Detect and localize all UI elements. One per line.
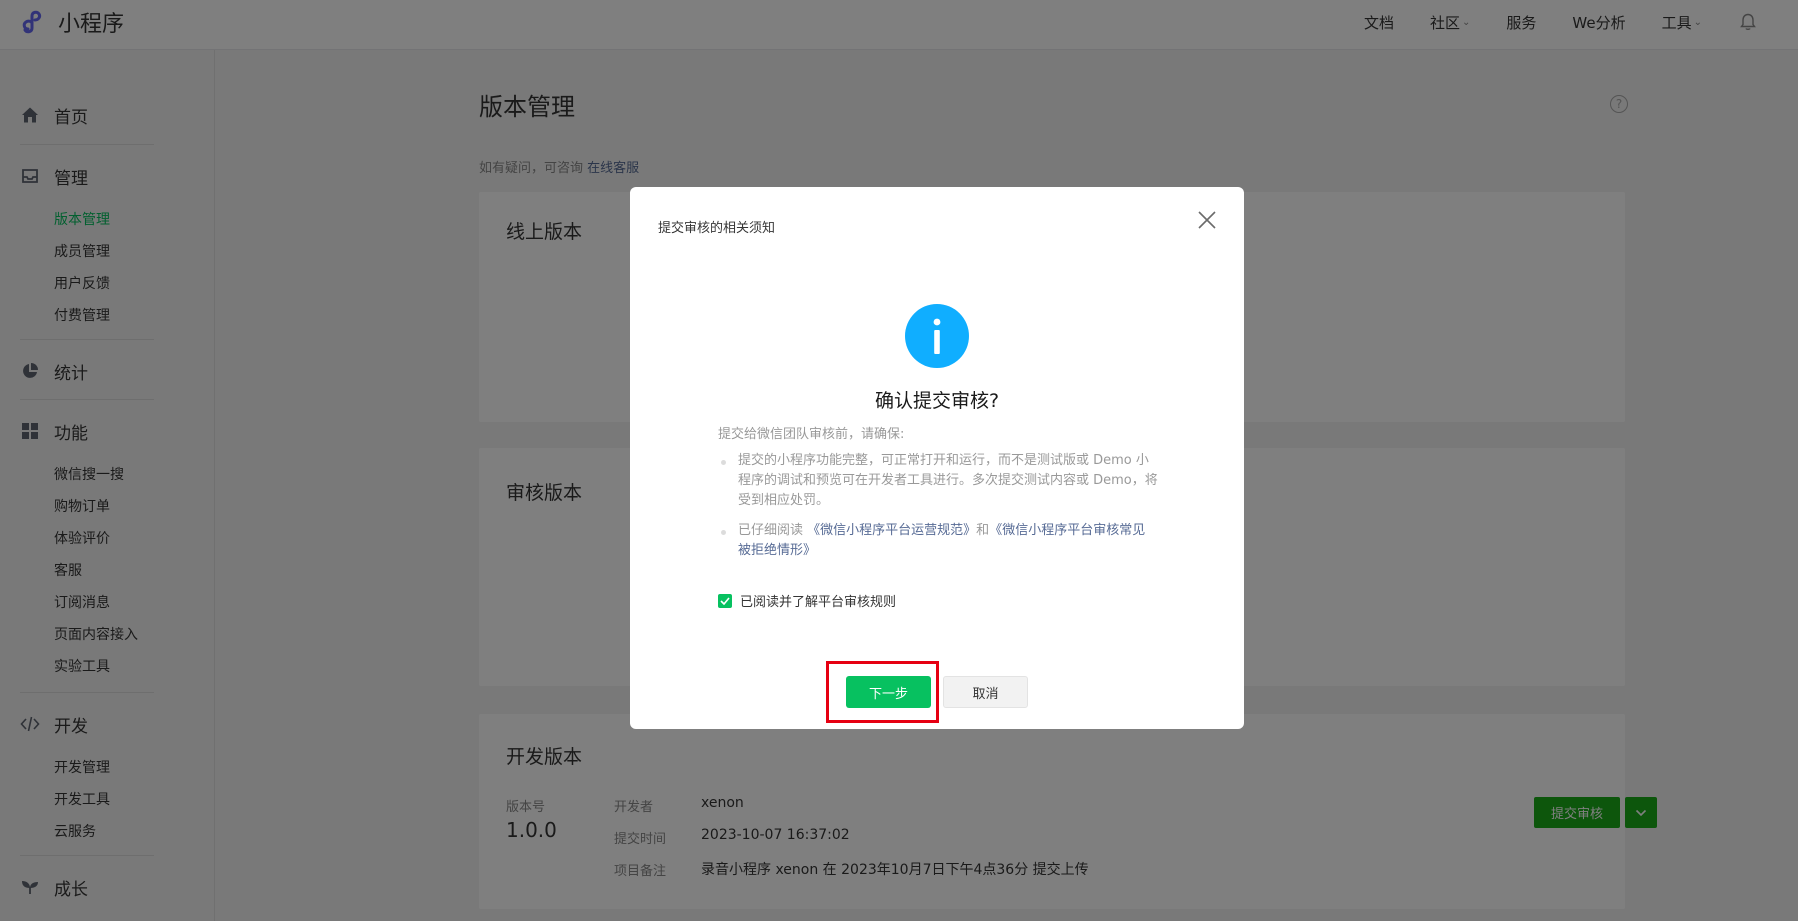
dialog-title: 提交审核的相关须知 xyxy=(658,221,776,236)
notice-item-rules-prefix: 已仔细阅读 xyxy=(738,523,804,538)
close-icon[interactable] xyxy=(1196,209,1218,231)
submit-review-dialog: 提交审核的相关须知 确认提交审核? 提交给微信团队审核前，请确保: 提交的小程序… xyxy=(630,187,1244,729)
notice-item-rules: 已仔细阅读 《微信小程序平台运营规范》和《微信小程序平台审核常见被拒绝情形》 xyxy=(718,521,1158,561)
notice-item-functionality: 提交的小程序功能完整，可正常打开和运行，而不是测试版或 Demo 小程序的调试和… xyxy=(718,451,1158,511)
notice-list: 提交的小程序功能完整，可正常打开和运行，而不是测试版或 Demo 小程序的调试和… xyxy=(718,451,1158,571)
notice-item-rules-and: 和 xyxy=(976,523,990,538)
confirm-heading: 确认提交审核? xyxy=(874,390,1000,412)
agree-rules-checkbox[interactable] xyxy=(718,593,732,608)
agree-rules-label: 已阅读并了解平台审核规则 xyxy=(740,595,897,610)
check-icon xyxy=(720,596,730,605)
cancel-button[interactable]: 取消 xyxy=(943,676,1028,708)
notice-intro: 提交给微信团队审核前，请确保: xyxy=(718,427,905,442)
agree-rules-row[interactable]: 已阅读并了解平台审核规则 xyxy=(718,591,896,610)
operation-rules-link[interactable]: 《微信小程序平台运营规范》 xyxy=(807,523,976,538)
info-icon xyxy=(905,304,969,368)
highlight-annotation-box xyxy=(826,661,939,723)
